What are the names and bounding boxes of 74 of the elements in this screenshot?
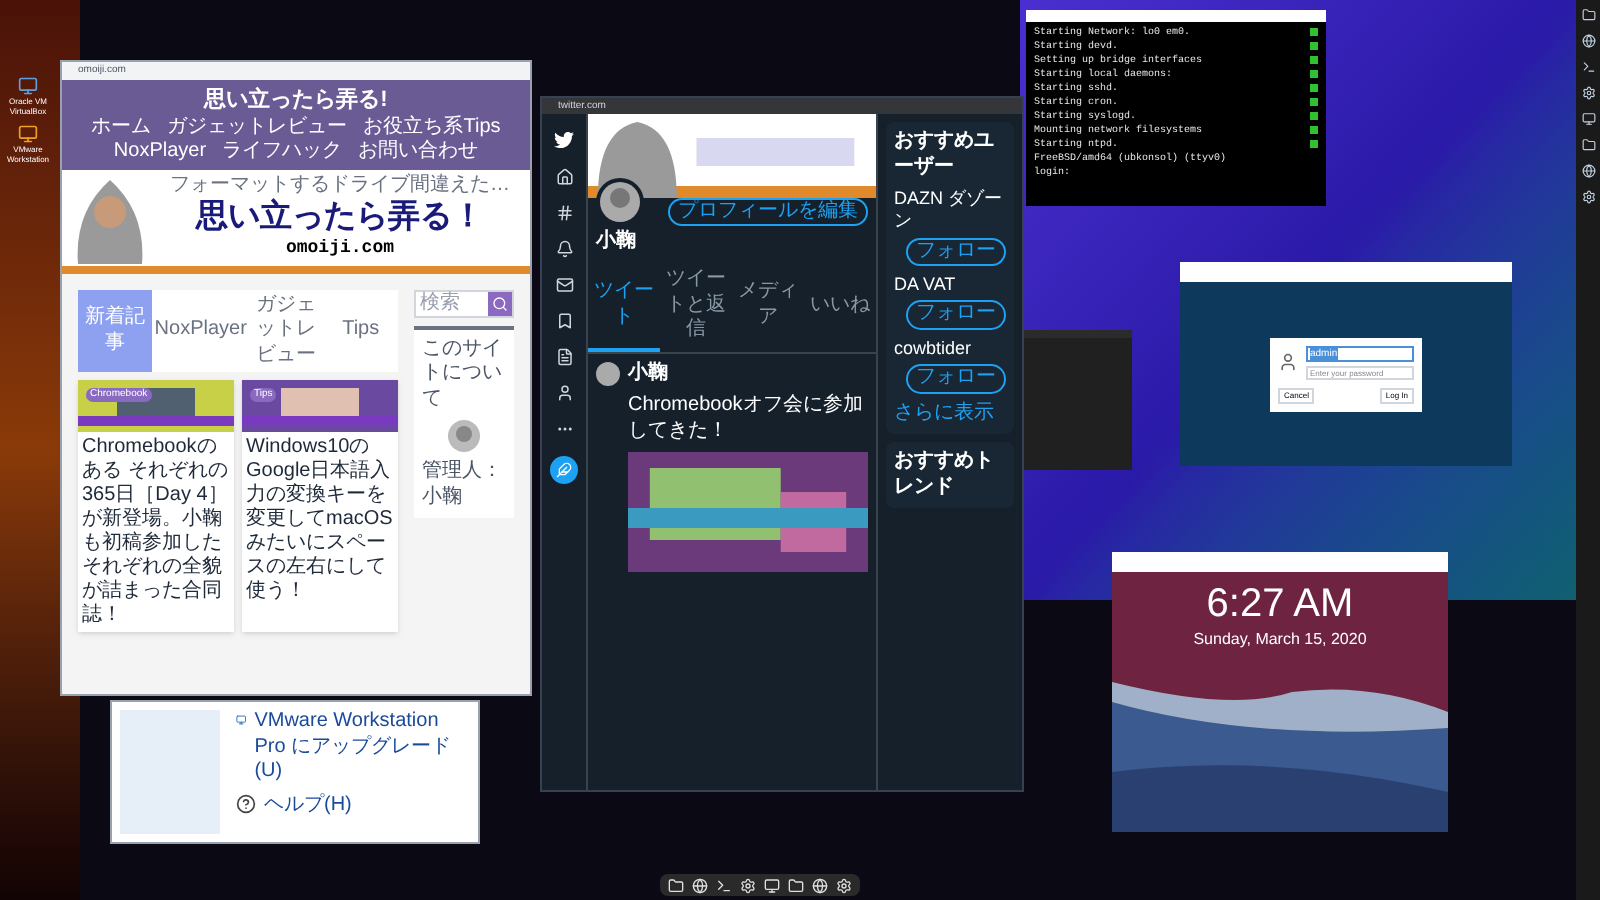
- banner-title: 思い立ったら弄る！: [196, 198, 484, 239]
- dock-app-icon: [668, 877, 684, 893]
- bird-logo-icon: [554, 130, 574, 150]
- dock-app-icon: [716, 877, 732, 893]
- nav-link[interactable]: お役立ち系Tips: [363, 115, 501, 141]
- taskbar-app-icon: [1581, 8, 1595, 22]
- sidebar-nav-icon: [555, 276, 573, 294]
- category-tab[interactable]: NoxPlayer: [152, 289, 249, 373]
- section-heading: おすすめトレンド: [894, 450, 996, 500]
- sidebar-nav-icon: [555, 384, 573, 402]
- taskbar-app-icon: [1581, 112, 1595, 126]
- nav-link[interactable]: ライフハック: [222, 140, 343, 166]
- follow-button[interactable]: フォロー: [906, 237, 1006, 266]
- desktop-shortcut-icon: [18, 124, 38, 144]
- profile-tab[interactable]: ツイート: [588, 264, 660, 351]
- article-title: Windows10のGoogle日本語入力の変換キーを変更してmacOSみたいにスペースの左右にして使う！: [244, 434, 395, 607]
- edit-profile-button[interactable]: プロフィールを編集: [668, 197, 868, 226]
- section-heading: おすすめユーザー: [894, 130, 996, 180]
- nav-link[interactable]: ホーム: [91, 115, 152, 141]
- about-heading: このサイトについて: [422, 337, 504, 413]
- nav-link[interactable]: ガジェットレビュー: [167, 115, 348, 141]
- banner-domain: omoiji.com: [285, 238, 394, 262]
- dialog-link[interactable]: ヘルプ(H): [264, 793, 352, 818]
- profile-tab[interactable]: ツイートと返信: [660, 264, 732, 351]
- clock-time: 6:27 AM: [1206, 580, 1354, 630]
- avatar-icon: [596, 178, 644, 226]
- profile-tab[interactable]: メディア: [732, 264, 804, 351]
- follow-button[interactable]: フォロー: [906, 364, 1006, 393]
- user-icon: [1278, 352, 1298, 372]
- avatar-icon: [596, 361, 620, 385]
- taskbar-app-icon: [1581, 138, 1595, 152]
- nav-link[interactable]: お問い合わせ: [358, 140, 479, 166]
- search-icon: [492, 295, 508, 312]
- site-title: 思い立ったら弄る!: [204, 88, 388, 116]
- sidebar-nav-icon: [555, 348, 573, 366]
- dock-app-icon: [836, 877, 852, 893]
- category-tab[interactable]: ガジェットレビュー: [248, 289, 324, 373]
- admin-name: 管理人：小鞠: [422, 460, 504, 511]
- taskbar-app-icon: [1581, 190, 1595, 204]
- sidebar-nav-icon: [555, 168, 573, 186]
- follow-button[interactable]: フォロー: [906, 300, 1006, 330]
- category-tab[interactable]: Tips: [323, 289, 398, 373]
- dialog-side-panel: [120, 710, 220, 834]
- dock-app-icon: [812, 877, 828, 893]
- show-more-link[interactable]: さらに表示: [894, 401, 1006, 426]
- clock-date: Sunday, March 15, 2020: [1193, 630, 1367, 650]
- dock-app-icon: [740, 877, 756, 893]
- profile-tab[interactable]: いいね: [804, 264, 876, 351]
- dock-app-icon: [692, 877, 708, 893]
- tweet-author: 小鞠: [628, 361, 670, 386]
- dock-app-icon: [764, 877, 780, 893]
- nav-link[interactable]: NoxPlayer: [113, 140, 207, 166]
- compose-button[interactable]: [550, 456, 578, 484]
- taskbar-app-icon: [1581, 34, 1595, 48]
- user-name: cowbtider: [894, 337, 974, 360]
- user-name: DA VAT: [894, 274, 958, 297]
- monitor-icon: [236, 710, 247, 730]
- dialog-link[interactable]: VMware Workstation Pro にアップグレード(U): [254, 710, 470, 785]
- feather-icon: [556, 462, 572, 478]
- help-icon: [236, 793, 256, 813]
- taskbar-app-icon: [1581, 86, 1595, 100]
- article-title: Chromebookのある それぞれの365日［Day 4］が新登場。小鞠も初稿参加したそれぞれの全貌が詰まった合同誌！: [80, 434, 230, 631]
- profile-name: 小鞠: [593, 227, 638, 256]
- tweet-text: Chromebookオフ会に参加してきた！: [628, 394, 865, 444]
- sidebar-nav-icon: [555, 312, 573, 330]
- avatar-icon: [448, 420, 480, 453]
- sidebar-nav-icon: [555, 240, 573, 258]
- banner-tagline: フォーマットするドライブ間違えた…: [170, 173, 510, 198]
- sidebar-nav-icon: [555, 204, 573, 222]
- desktop-shortcut-icon: [18, 76, 38, 96]
- taskbar-app-icon: [1581, 60, 1595, 74]
- dock-app-icon: [788, 877, 804, 893]
- user-name: DAZN ダゾーン: [894, 188, 1004, 233]
- taskbar-app-icon: [1581, 164, 1595, 178]
